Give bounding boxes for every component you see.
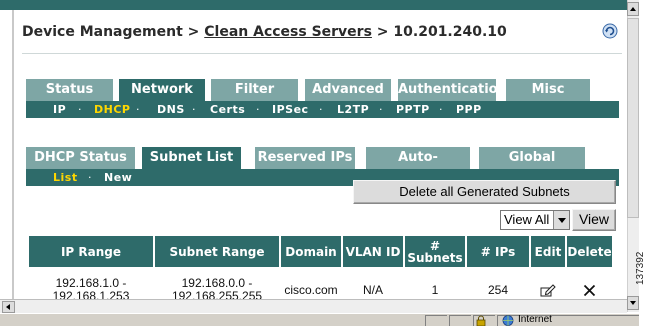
column-header-vlan-id: VLAN ID [343, 236, 403, 267]
delete-all-generated-subnets-button[interactable]: Delete all Generated Subnets [353, 180, 616, 204]
view-filter-select[interactable]: View All [500, 210, 570, 230]
subtab-ipsec[interactable]: IPSec [272, 101, 309, 118]
subtab-separator: · [319, 103, 323, 116]
delete-x-icon[interactable] [583, 284, 596, 297]
window-top-strip [0, 0, 627, 10]
browser-status-bar: Internet [0, 313, 639, 326]
subtab-ip[interactable]: IP [53, 101, 66, 118]
subtab-l2tp[interactable]: L2TP [337, 101, 369, 118]
left-frame [0, 10, 14, 312]
subtab-separator: · [192, 103, 196, 116]
vertical-scroll-thumb[interactable] [627, 18, 639, 218]
edit-icon[interactable] [540, 283, 556, 297]
tab-global-options[interactable]: Global Options [479, 147, 585, 186]
tab-subnet-list[interactable]: Subnet List [142, 147, 241, 169]
breadcrumb-current: 10.201.240.10 [393, 24, 507, 40]
internet-globe-icon [502, 315, 514, 326]
tab-dhcp-status[interactable]: DHCP Status [26, 147, 135, 169]
scroll-down-arrow-icon[interactable] [627, 296, 639, 310]
view-filter-value: View All [504, 212, 550, 227]
refresh-help-icon[interactable] [602, 23, 618, 39]
scroll-up-arrow-icon[interactable] [627, 2, 639, 16]
scroll-left-arrow-icon[interactable] [2, 301, 15, 313]
breadcrumb-root: Device Management [22, 24, 183, 40]
status-cell [425, 315, 447, 326]
breadcrumb-separator: > [187, 24, 200, 40]
breadcrumb: Device Management > Clean Access Servers… [22, 24, 507, 40]
status-zone-label: Internet [518, 314, 552, 325]
tab-filter[interactable]: Filter [211, 79, 298, 101]
column-header-edit: Edit [531, 236, 565, 267]
subtab-certs[interactable]: Certs [210, 101, 245, 118]
column-header-ip-range: IP Range [29, 236, 153, 267]
main-content: Device Management > Clean Access Servers… [16, 10, 627, 312]
breadcrumb-separator: > [376, 24, 389, 40]
breadcrumb-link-clean-access-servers[interactable]: Clean Access Servers [204, 24, 372, 40]
status-cell [449, 315, 471, 326]
subtab-separator: · [78, 103, 82, 116]
breadcrumb-divider [22, 53, 622, 54]
lock-icon [476, 315, 486, 326]
subtab-dhcp[interactable]: DHCP [94, 101, 130, 118]
tab-status[interactable]: Status [26, 79, 113, 101]
network-subtab-bar: IP · DHCP · DNS · Certs · IPSec · L2TP ·… [26, 101, 619, 118]
subtab-separator: · [256, 103, 260, 116]
subtab-new[interactable]: New [104, 169, 132, 186]
subtab-separator: · [136, 103, 140, 116]
column-header-subnets: # Subnets [405, 236, 465, 267]
view-button[interactable]: View [572, 209, 616, 231]
dropdown-arrow-icon[interactable] [553, 211, 569, 229]
column-header-delete: Delete [567, 236, 612, 267]
subtab-list[interactable]: List [53, 169, 78, 186]
tab-network[interactable]: Network [119, 79, 205, 101]
tab-authentication[interactable]: Authentication [398, 79, 507, 101]
tab-misc[interactable]: Misc [506, 79, 590, 101]
column-header-ips: # IPs [467, 236, 529, 267]
subtab-pptp[interactable]: PPTP [396, 101, 430, 118]
subtab-dns[interactable]: DNS [157, 101, 185, 118]
figure-number: 137392 [635, 251, 646, 285]
column-header-subnet-range: Subnet Range [155, 236, 279, 267]
subtab-separator: · [379, 103, 383, 116]
horizontal-scrollbar[interactable] [0, 299, 627, 313]
subtab-ppp[interactable]: PPP [456, 101, 482, 118]
subtab-separator: · [88, 171, 92, 184]
tab-auto-generate[interactable]: Auto-Generate [366, 147, 470, 186]
column-header-domain: Domain [281, 236, 341, 267]
tab-reserved-ips[interactable]: Reserved IPs [255, 147, 355, 169]
subtab-separator: · [439, 103, 443, 116]
tab-advanced[interactable]: Advanced [305, 79, 391, 101]
